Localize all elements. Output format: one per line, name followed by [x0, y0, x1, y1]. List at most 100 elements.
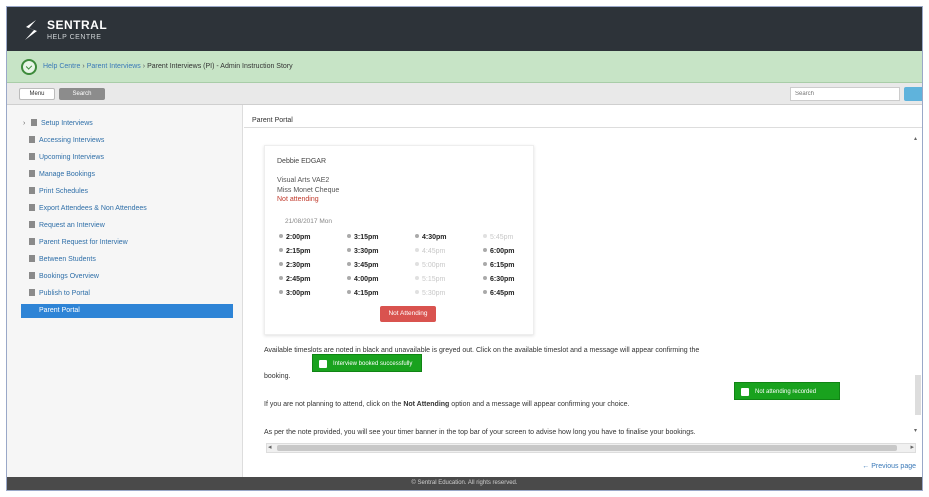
booking-success-toast: Interview booked successfully [312, 354, 422, 372]
tab-menu[interactable]: Menu [19, 88, 55, 100]
radio-icon [415, 248, 419, 252]
scroll-left-icon[interactable]: ◂ [268, 444, 272, 452]
sidebar-item-print-schedules[interactable]: Print Schedules [21, 185, 233, 199]
timeslot-label: 2:15pm [286, 248, 311, 255]
toolbar: Menu Search [7, 83, 922, 105]
radio-icon [279, 262, 283, 266]
sidebar-item-export-attendees[interactable]: Export Attendees & Non Attendees [21, 202, 233, 216]
sidebar-item-label: Bookings Overview [39, 273, 99, 280]
expand-icon[interactable]: › [23, 117, 29, 131]
sidebar: › Setup Interviews Accessing Interviews U… [7, 105, 243, 477]
page-icon [29, 272, 35, 279]
page-icon [29, 170, 35, 177]
vertical-scrollbar[interactable]: ▴ ▾ [914, 135, 922, 435]
timeslot-label: 3:00pm [286, 290, 311, 297]
page-icon [29, 221, 35, 228]
timeslot[interactable]: 3:45pm [347, 260, 401, 272]
home-icon[interactable] [21, 59, 37, 75]
sidebar-item-label: Parent Request for Interview [39, 239, 128, 246]
class-name: Visual Arts VAE2 [277, 177, 330, 184]
sidebar-item-label: Parent Portal [39, 307, 80, 314]
radio-icon [279, 276, 283, 280]
timeslot-label: 6:00pm [490, 248, 515, 255]
sidebar-item-bookings-overview[interactable]: Bookings Overview [21, 270, 233, 284]
breadcrumb-current: Parent Interviews (PI) - Admin Instructi… [147, 63, 293, 70]
search-input[interactable] [790, 87, 900, 101]
check-icon [741, 388, 749, 396]
sidebar-item-parent-request[interactable]: Parent Request for Interview [21, 236, 233, 250]
sidebar-item-label: Request an Interview [39, 222, 105, 229]
sidebar-item-accessing-interviews[interactable]: Accessing Interviews [21, 134, 233, 148]
sidebar-item-label: Setup Interviews [41, 120, 93, 127]
tab-search[interactable]: Search [59, 88, 105, 100]
timeslot-label: 6:30pm [490, 276, 515, 283]
horizontal-scrollbar[interactable]: ◂ ▸ [266, 443, 916, 453]
scrollbar-thumb[interactable] [277, 445, 897, 451]
instruction-text-2-pre: If you are not planning to attend, click… [264, 401, 402, 408]
breadcrumb: Help Centre › Parent Interviews › Parent Int… [7, 51, 922, 83]
timeslot: 5:45pm [483, 232, 537, 244]
timeslot[interactable]: 4:30pm [415, 232, 469, 244]
timeslot[interactable]: 2:15pm [279, 246, 333, 258]
radio-icon [415, 262, 419, 266]
timeslot-label: 2:45pm [286, 276, 311, 283]
timeslot: 4:45pm [415, 246, 469, 258]
not-attending-button[interactable]: Not Attending [380, 306, 436, 322]
radio-icon [347, 248, 351, 252]
sidebar-item-publish-portal[interactable]: Publish to Portal [21, 287, 233, 301]
not-attending-toast: Not attending recorded [734, 382, 840, 400]
search-button[interactable] [904, 87, 922, 101]
breadcrumb-link-help-centre[interactable]: Help Centre [43, 63, 80, 70]
timeslot: 5:30pm [415, 288, 469, 300]
timeslot-label: 6:15pm [490, 262, 515, 269]
timeslot[interactable]: 3:15pm [347, 232, 401, 244]
scroll-down-icon[interactable]: ▾ [914, 427, 917, 434]
timeslot[interactable]: 6:15pm [483, 260, 537, 272]
radio-icon [483, 276, 487, 280]
scroll-right-icon[interactable]: ▸ [910, 444, 914, 452]
app-window: SENTRAL HELP CENTRE Help Centre › Parent I… [6, 6, 923, 491]
timeslot[interactable]: 2:30pm [279, 260, 333, 272]
timeslot[interactable]: 3:00pm [279, 288, 333, 300]
page-icon [29, 255, 35, 262]
radio-icon [347, 276, 351, 280]
breadcrumb-trail: Help Centre › Parent Interviews › Parent Int… [43, 63, 293, 70]
sidebar-item-upcoming-interviews[interactable]: Upcoming Interviews [21, 151, 233, 165]
toast-message: Interview booked successfully [333, 361, 413, 367]
radio-icon [347, 290, 351, 294]
timeslot[interactable]: 6:00pm [483, 246, 537, 258]
not-attending-emphasis: Not Attending [403, 401, 450, 408]
scrollbar-thumb[interactable] [915, 375, 921, 415]
radio-icon [279, 248, 283, 252]
instruction-text-2: If you are not planning to attend, click… [264, 401, 630, 408]
timeslot[interactable]: 4:15pm [347, 288, 401, 300]
brand-name[interactable]: SENTRAL [47, 18, 107, 32]
radio-icon [347, 234, 351, 238]
page-icon [29, 204, 35, 211]
timeslot-label: 5:45pm [490, 234, 514, 241]
scroll-up-icon[interactable]: ▴ [914, 135, 917, 142]
sidebar-item-parent-portal[interactable]: Parent Portal [21, 304, 233, 318]
page-icon [31, 119, 37, 126]
sidebar-item-label: Accessing Interviews [39, 137, 105, 144]
sidebar-item-request-interview[interactable]: Request an Interview [21, 219, 233, 233]
page-icon [29, 306, 35, 313]
timeslot[interactable]: 2:45pm [279, 274, 333, 286]
radio-icon [279, 234, 283, 238]
radio-icon [415, 234, 419, 238]
timeslot[interactable]: 6:45pm [483, 288, 537, 300]
timeslot[interactable]: 3:30pm [347, 246, 401, 258]
sidebar-item-between-students[interactable]: Between Students [21, 253, 233, 267]
sidebar-item-manage-bookings[interactable]: Manage Bookings [21, 168, 233, 182]
previous-page-link[interactable]: ← Previous page [862, 463, 916, 470]
page-icon [29, 238, 35, 245]
timeslot[interactable]: 2:00pm [279, 232, 333, 244]
page-icon [29, 289, 35, 296]
sentral-logo-icon[interactable] [23, 18, 39, 42]
timeslot[interactable]: 4:00pm [347, 274, 401, 286]
breadcrumb-link-parent-interviews[interactable]: Parent Interviews [87, 63, 141, 70]
sidebar-item-setup-interviews[interactable]: › Setup Interviews [21, 117, 233, 131]
timeslot-label: 4:30pm [422, 234, 447, 241]
timeslot[interactable]: 6:30pm [483, 274, 537, 286]
sidebar-item-label: Upcoming Interviews [39, 154, 104, 161]
